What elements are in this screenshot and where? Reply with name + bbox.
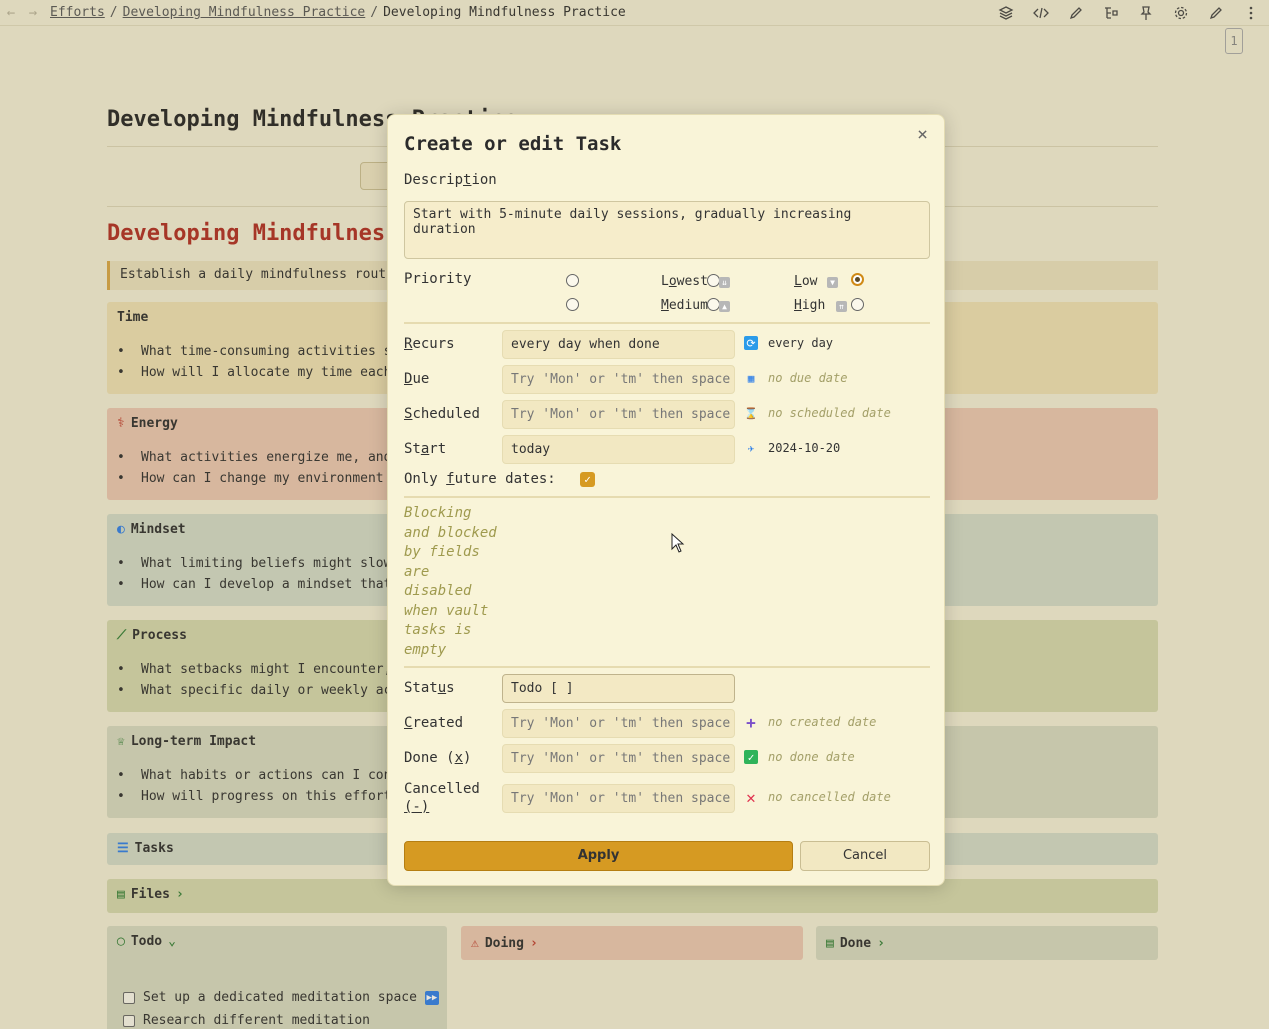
- repeat-icon: ⟳: [744, 336, 758, 350]
- status-label: Status: [404, 680, 455, 696]
- divider: [404, 322, 930, 324]
- created-hint: + no created date: [744, 712, 876, 732]
- done-input[interactable]: Try 'Mon' or 'tm' then space: [502, 744, 735, 773]
- due-input[interactable]: Try 'Mon' or 'tm' then space: [502, 365, 735, 394]
- created-input[interactable]: Try 'Mon' or 'tm' then space: [502, 709, 735, 738]
- priority-radio-high[interactable]: [851, 298, 864, 311]
- recurs-input[interactable]: every day when done: [502, 330, 735, 359]
- priority-radio-low[interactable]: [851, 273, 864, 286]
- blocking-note: Blocking and blocked by fields are disab…: [404, 505, 497, 658]
- scheduled-label: Scheduled: [404, 406, 480, 422]
- hourglass-icon: ⌛: [744, 406, 758, 420]
- done-label: Done (x): [404, 750, 472, 766]
- priority-radio-none[interactable]: [566, 298, 579, 311]
- scheduled-input[interactable]: Try 'Mon' or 'tm' then space: [502, 400, 735, 429]
- status-select[interactable]: Todo [ ]: [502, 674, 735, 703]
- mouse-cursor-icon: [671, 533, 685, 553]
- cross-icon: ✕: [746, 787, 756, 807]
- description-field[interactable]: Start with 5-minute daily sessions, grad…: [404, 201, 930, 259]
- due-hint: ▦ no due date: [744, 371, 848, 385]
- future-dates-label: Only future dates:: [404, 471, 556, 487]
- medium-priority-icon: ▲: [719, 301, 730, 312]
- divider: [404, 666, 930, 668]
- priority-lowest-label: Lowest: [661, 274, 708, 289]
- lowest-priority-icon: ⇊: [719, 277, 730, 288]
- done-hint: ✓ no done date: [744, 750, 855, 764]
- modal-title: Create or edit Task: [404, 133, 622, 155]
- task-modal: × Create or edit Task Description Start …: [387, 114, 945, 886]
- recurs-label: Recurs: [404, 336, 455, 352]
- cancelled-input[interactable]: Try 'Mon' or 'tm' then space: [502, 784, 735, 813]
- check-box-icon: ✓: [744, 750, 758, 764]
- scheduled-hint: ⌛ no scheduled date: [744, 406, 891, 420]
- divider: [404, 496, 930, 498]
- departure-icon: ✈: [747, 441, 755, 455]
- description-label: Description: [404, 172, 497, 188]
- plus-icon: +: [746, 712, 756, 732]
- cancel-button[interactable]: Cancel: [800, 841, 930, 871]
- cancelled-hint: ✕ no cancelled date: [744, 787, 891, 807]
- apply-button[interactable]: Apply: [404, 841, 793, 871]
- close-icon[interactable]: ×: [917, 124, 928, 145]
- future-dates-checkbox[interactable]: ✓: [580, 472, 595, 487]
- cancelled-label: Cancelled (-): [404, 781, 480, 815]
- high-priority-icon: ⇈: [836, 301, 847, 312]
- start-label: Start: [404, 441, 447, 457]
- due-label: Due: [404, 371, 430, 387]
- priority-radio-highest[interactable]: [566, 274, 579, 287]
- start-hint: ✈ 2024-10-20: [744, 441, 841, 455]
- priority-label: Priority: [404, 271, 472, 287]
- low-priority-icon: ▼: [827, 277, 838, 288]
- calendar-icon: ▦: [747, 371, 755, 385]
- start-input[interactable]: today: [502, 435, 735, 464]
- priority-low-label: Low: [794, 274, 818, 289]
- priority-medium-label: Medium: [661, 298, 708, 313]
- recurs-hint: ⟳ every day: [744, 336, 833, 350]
- priority-high-label: High: [794, 298, 826, 313]
- created-label: Created: [404, 715, 464, 731]
